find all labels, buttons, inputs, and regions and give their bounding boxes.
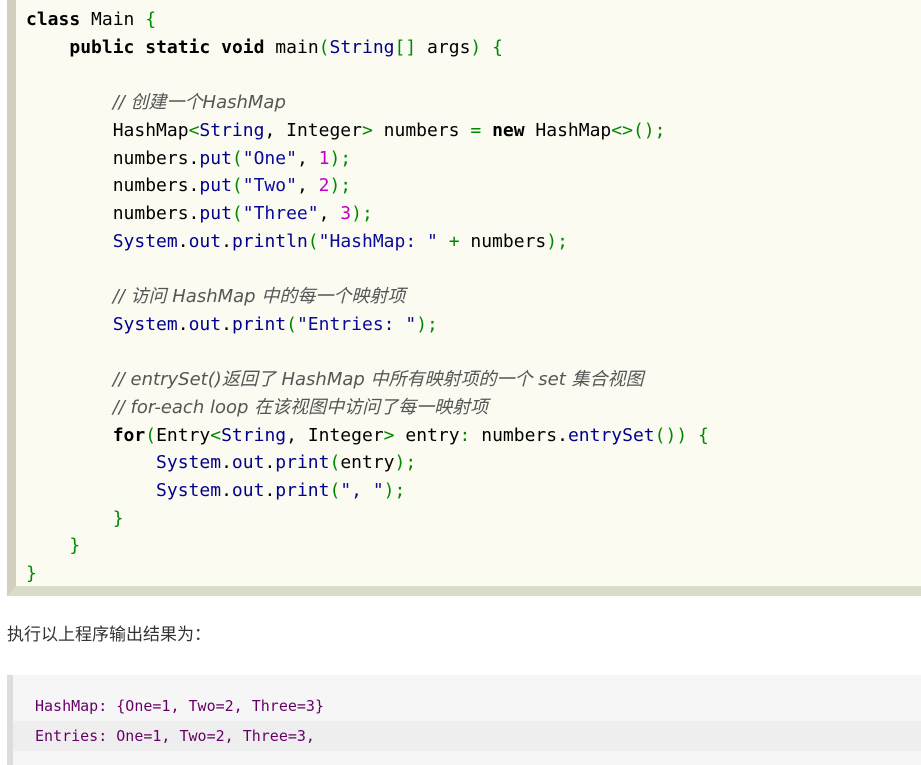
- comment-entryset: // entrySet()返回了 HashMap 中所有映射项的一个 set 集…: [112, 369, 644, 391]
- code-line-21: }: [26, 563, 37, 585]
- code-line-17: System.out.print(entry);: [156, 452, 417, 474]
- code-line-8: numbers.put("Three", 3);: [26, 202, 373, 224]
- code-line-7: numbers.put("Two", 2);: [26, 175, 352, 197]
- code-line-5: HashMap<String, Integer> numbers = new H…: [26, 119, 666, 141]
- code-line-11: // 访问 HashMap 中的每一个映射项: [26, 286, 406, 308]
- code-line-1: class Main {: [26, 9, 157, 30]
- code-line-20: }: [69, 535, 81, 557]
- code-block: class Main { public static void main(Str…: [7, 0, 921, 596]
- output-line-2: Entries: One=1, Two=2, Three=3,: [13, 721, 921, 751]
- code-line-12: System.out.print("Entries: ");: [112, 313, 438, 335]
- output-block: HashMap: {One=1, Two=2, Three=3} Entries…: [7, 675, 921, 765]
- result-label: 执行以上程序输出结果为：: [7, 625, 211, 645]
- comment-access: // 访问 HashMap 中的每一个映射项: [112, 286, 406, 308]
- code-line-18: System.out.print(", ");: [156, 479, 406, 501]
- code-line-15: // for-each loop 在该视图中访问了每一映射项: [26, 397, 488, 418]
- code-listing: class Main { public static void main(Str…: [26, 6, 709, 588]
- comment-foreach: // for-each loop 在该视图中访问了每一映射项: [112, 396, 489, 418]
- code-line-6: numbers.put("One", 1);: [26, 147, 352, 169]
- code-line-16: for(Entry<String, Integer> entry: number…: [112, 424, 709, 446]
- code-line-4: // 创建一个HashMap: [26, 92, 286, 113]
- output-line-1: HashMap: {One=1, Two=2, Three=3}: [35, 697, 324, 715]
- code-line-14: // entrySet()返回了 HashMap 中所有映射项的一个 set 集…: [26, 369, 644, 391]
- comment-create: // 创建一个HashMap: [112, 92, 286, 114]
- code-line-19: }: [112, 507, 124, 529]
- code-line-2: public static void main(String[] args) {: [69, 36, 503, 58]
- code-line-9: System.out.println("HashMap: " + numbers…: [112, 230, 568, 252]
